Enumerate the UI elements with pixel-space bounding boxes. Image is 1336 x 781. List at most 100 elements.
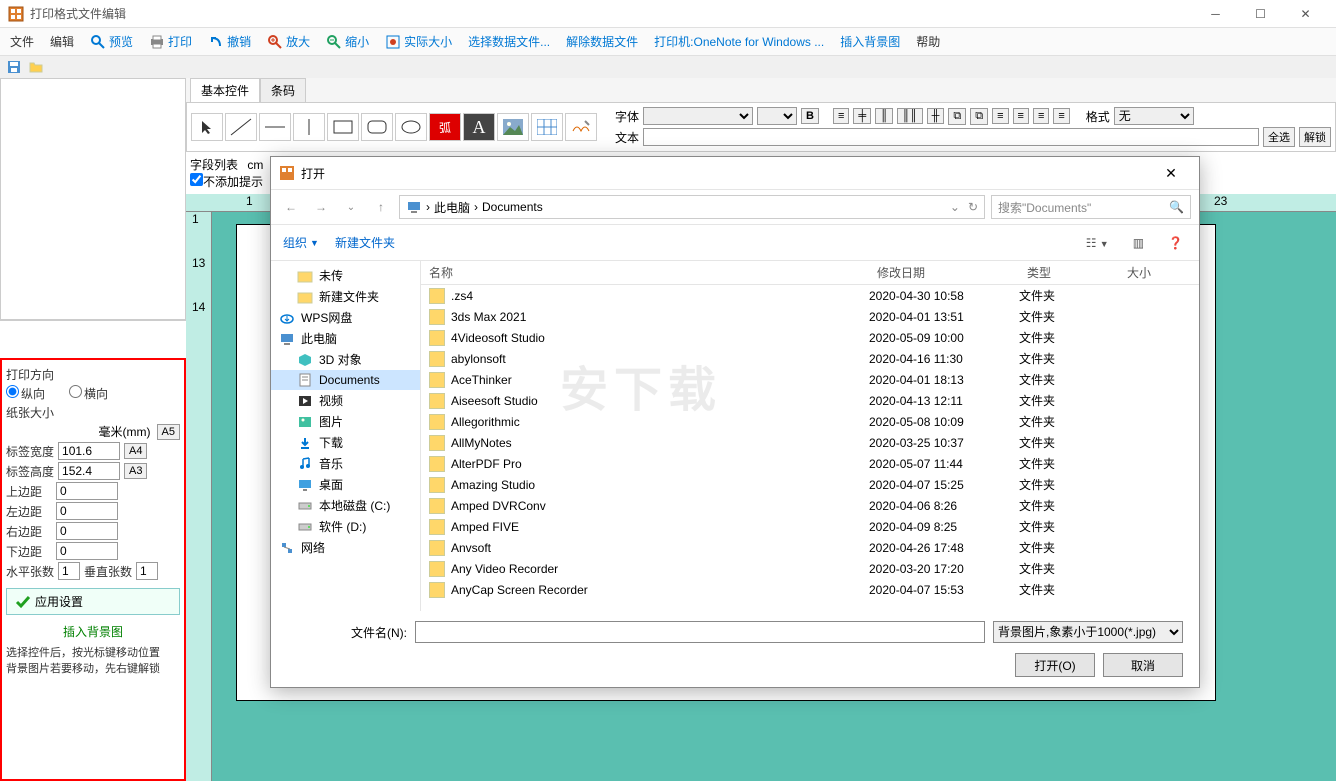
menu-printer[interactable]: 打印机:OneNote for Windows ... bbox=[648, 30, 830, 53]
file-row[interactable]: Amped DVRConv 2020-04-06 8:26 文件夹 bbox=[421, 495, 1199, 516]
menu-actual-size[interactable]: 实际大小 bbox=[379, 30, 458, 53]
menu-select-data[interactable]: 选择数据文件... bbox=[462, 30, 556, 53]
nav-history-button[interactable]: ⌄ bbox=[339, 195, 363, 219]
file-row[interactable]: 3ds Max 2021 2020-04-01 13:51 文件夹 bbox=[421, 306, 1199, 327]
font-select[interactable] bbox=[643, 107, 753, 125]
menu-print[interactable]: 打印 bbox=[143, 30, 198, 53]
align-h-icon[interactable]: ║║ bbox=[897, 108, 923, 124]
new-folder-button[interactable]: 新建文件夹 bbox=[335, 234, 395, 251]
tool-line2[interactable] bbox=[259, 113, 291, 141]
margin-right-input[interactable] bbox=[56, 522, 118, 540]
unlock-button[interactable]: 解锁 bbox=[1299, 127, 1331, 147]
tree-node[interactable]: Documents bbox=[271, 370, 420, 390]
font-size-select[interactable] bbox=[757, 107, 797, 125]
portrait-radio[interactable]: 纵向 bbox=[6, 385, 45, 402]
h-pages-input[interactable] bbox=[58, 562, 80, 580]
file-row[interactable]: Any Video Recorder 2020-03-20 17:20 文件夹 bbox=[421, 558, 1199, 579]
margin-left-input[interactable] bbox=[56, 502, 118, 520]
menu-insert-bg[interactable]: 插入背景图 bbox=[834, 30, 906, 53]
tool-line3[interactable] bbox=[293, 113, 325, 141]
align-r2-icon[interactable]: ≡ bbox=[1033, 108, 1049, 124]
tool-sign[interactable] bbox=[565, 113, 597, 141]
menu-file[interactable]: 文件 bbox=[4, 30, 40, 53]
menu-preview[interactable]: 预览 bbox=[84, 30, 139, 53]
file-row[interactable]: AlterPDF Pro 2020-05-07 11:44 文件夹 bbox=[421, 453, 1199, 474]
tree-node[interactable]: 此电脑 bbox=[271, 328, 420, 349]
save-icon[interactable] bbox=[4, 57, 24, 77]
select-all-button[interactable]: 全选 bbox=[1263, 127, 1295, 147]
tab-basic[interactable]: 基本控件 bbox=[190, 78, 260, 102]
menu-edit[interactable]: 编辑 bbox=[44, 30, 80, 53]
a5-button[interactable]: A5 bbox=[157, 424, 180, 440]
file-row[interactable]: Aiseesoft Studio 2020-04-13 12:11 文件夹 bbox=[421, 390, 1199, 411]
tool-line1[interactable] bbox=[225, 113, 257, 141]
help-icon[interactable]: ❓ bbox=[1164, 236, 1187, 250]
margin-top-input[interactable] bbox=[56, 482, 118, 500]
margin-bottom-input[interactable] bbox=[56, 542, 118, 560]
tree-node[interactable]: 图片 bbox=[271, 411, 420, 432]
tool-image[interactable] bbox=[497, 113, 529, 141]
a3-button[interactable]: A3 bbox=[124, 463, 147, 479]
col-date[interactable]: 修改日期 bbox=[869, 264, 1019, 281]
copy-icon[interactable]: ⧉ bbox=[948, 108, 966, 125]
align-hmid-icon[interactable]: ╫ bbox=[927, 108, 945, 124]
tree-node[interactable]: WPS网盘 bbox=[271, 307, 420, 328]
file-row[interactable]: .zs4 2020-04-30 10:58 文件夹 bbox=[421, 285, 1199, 306]
tree-node[interactable]: 新建文件夹 bbox=[271, 286, 420, 307]
menu-help[interactable]: 帮助 bbox=[910, 30, 946, 53]
tree-node[interactable]: 网络 bbox=[271, 537, 420, 558]
a4-button[interactable]: A4 bbox=[124, 443, 147, 459]
landscape-radio[interactable]: 横向 bbox=[69, 385, 108, 402]
file-row[interactable]: abylonsoft 2020-04-16 11:30 文件夹 bbox=[421, 348, 1199, 369]
align-left-icon[interactable]: ≡ bbox=[833, 108, 849, 124]
align-v-icon[interactable]: ║ bbox=[875, 108, 893, 124]
tool-select[interactable] bbox=[191, 113, 223, 141]
file-row[interactable]: Amazing Studio 2020-04-07 15:25 文件夹 bbox=[421, 474, 1199, 495]
tree-node[interactable]: 未传 bbox=[271, 265, 420, 286]
no-hint-checkbox[interactable]: 不添加提示 bbox=[190, 175, 263, 189]
align-c2-icon[interactable]: ≡ bbox=[1013, 108, 1029, 124]
format-select[interactable]: 无 bbox=[1114, 107, 1194, 125]
tree-node[interactable]: 本地磁盘 (C:) bbox=[271, 495, 420, 516]
menu-undo[interactable]: 撤销 bbox=[202, 30, 257, 53]
file-row[interactable]: AnyCap Screen Recorder 2020-04-07 15:53 … bbox=[421, 579, 1199, 600]
insert-bg-link[interactable]: 插入背景图 bbox=[6, 623, 180, 640]
tab-barcode[interactable]: 条码 bbox=[260, 78, 306, 102]
align-j2-icon[interactable]: ≡ bbox=[1053, 108, 1069, 124]
nav-back-button[interactable]: ← bbox=[279, 195, 303, 219]
text-input[interactable] bbox=[643, 128, 1259, 146]
search-input[interactable]: 搜索"Documents" 🔍 bbox=[991, 195, 1191, 219]
menu-zoom-in[interactable]: 放大 bbox=[261, 30, 316, 53]
menu-unlink-data[interactable]: 解除数据文件 bbox=[560, 30, 644, 53]
minimize-button[interactable]: ─ bbox=[1193, 0, 1238, 28]
filename-input[interactable] bbox=[415, 621, 985, 643]
tree-node[interactable]: 下载 bbox=[271, 432, 420, 453]
label-width-input[interactable] bbox=[58, 442, 120, 460]
maximize-button[interactable]: ☐ bbox=[1238, 0, 1283, 28]
tool-ellipse[interactable] bbox=[395, 113, 427, 141]
dialog-close-button[interactable]: ✕ bbox=[1151, 165, 1191, 182]
file-row[interactable]: AllMyNotes 2020-03-25 10:37 文件夹 bbox=[421, 432, 1199, 453]
tool-roundrect[interactable] bbox=[361, 113, 393, 141]
col-name[interactable]: 名称 bbox=[421, 264, 869, 281]
nav-up-button[interactable]: ↑ bbox=[369, 195, 393, 219]
tree-node[interactable]: 视频 bbox=[271, 390, 420, 411]
tree-node[interactable]: 音乐 bbox=[271, 453, 420, 474]
path-bar[interactable]: › 此电脑 › Documents ⌄ ↻ bbox=[399, 195, 985, 219]
file-row[interactable]: Anvsoft 2020-04-26 17:48 文件夹 bbox=[421, 537, 1199, 558]
preview-pane-button[interactable]: ▥ bbox=[1129, 236, 1148, 250]
paste-icon[interactable]: ⧉ bbox=[970, 108, 988, 125]
close-button[interactable]: ✕ bbox=[1283, 0, 1328, 28]
v-pages-input[interactable] bbox=[136, 562, 158, 580]
col-type[interactable]: 类型 bbox=[1019, 264, 1119, 281]
label-height-input[interactable] bbox=[58, 462, 120, 480]
col-size[interactable]: 大小 bbox=[1119, 264, 1199, 281]
tree-node[interactable]: 软件 (D:) bbox=[271, 516, 420, 537]
view-mode-button[interactable]: ☷ ▼ bbox=[1082, 236, 1113, 250]
filter-select[interactable]: 背景图片,象素小于1000(*.jpg) bbox=[993, 621, 1183, 643]
file-row[interactable]: AceThinker 2020-04-01 18:13 文件夹 bbox=[421, 369, 1199, 390]
tool-grid[interactable] bbox=[531, 113, 563, 141]
menu-zoom-out[interactable]: 缩小 bbox=[320, 30, 375, 53]
tree-node[interactable]: 3D 对象 bbox=[271, 349, 420, 370]
bold-button[interactable]: B bbox=[801, 108, 819, 124]
